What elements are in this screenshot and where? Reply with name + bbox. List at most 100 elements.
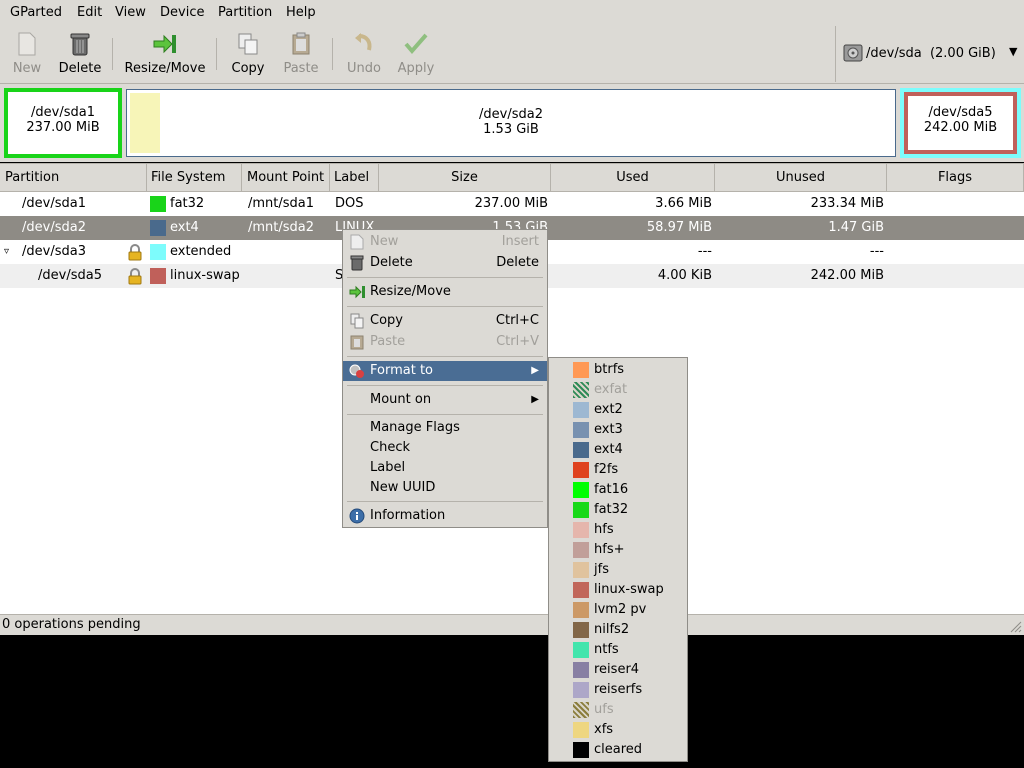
- format-option-label: ext2: [594, 402, 623, 417]
- menu-item-check[interactable]: Check: [343, 438, 547, 458]
- graph-partition-sda2[interactable]: /dev/sda2 1.53 GiB: [126, 89, 896, 157]
- format-option[interactable]: hfs+: [549, 540, 687, 560]
- menu-item-new-uuid[interactable]: New UUID: [343, 478, 547, 498]
- menu-item-manage-flags[interactable]: Manage Flags: [343, 418, 547, 438]
- menu-item-shortcut: Ctrl+C: [495, 313, 539, 328]
- format-option[interactable]: nilfs2: [549, 620, 687, 640]
- device-selector[interactable]: /dev/sda (2.00 GiB) ▼: [835, 26, 1024, 82]
- menu-item-delete[interactable]: Delete Delete: [343, 253, 547, 273]
- fs-color-swatch: [573, 642, 589, 658]
- lock-icon: [128, 244, 142, 261]
- format-option[interactable]: jfs: [549, 560, 687, 580]
- menu-partition[interactable]: Partition: [218, 5, 272, 20]
- format-option[interactable]: fat32: [549, 500, 687, 520]
- menu-item-label: Information: [370, 508, 446, 523]
- fs-color-swatch: [573, 562, 589, 578]
- column-header-mountpoint[interactable]: Mount Point: [242, 164, 330, 192]
- format-option[interactable]: ntfs: [549, 640, 687, 660]
- filesystem-cell: fat32: [170, 196, 205, 211]
- menu-item-format-to[interactable]: Format to ▶: [343, 361, 547, 381]
- paste-button[interactable]: Paste: [279, 28, 323, 80]
- format-option[interactable]: ext3: [549, 420, 687, 440]
- copy-button[interactable]: Copy: [226, 28, 270, 80]
- menu-edit[interactable]: Edit: [77, 5, 102, 20]
- format-option[interactable]: ufs: [549, 700, 687, 720]
- format-option[interactable]: exfat: [549, 380, 687, 400]
- new-button[interactable]: New: [6, 28, 48, 80]
- format-option[interactable]: xfs: [549, 720, 687, 740]
- fs-color-swatch: [573, 502, 589, 518]
- column-header-size[interactable]: Size: [379, 164, 551, 192]
- menu-item-mount-on[interactable]: Mount on ▶: [343, 390, 547, 410]
- new-document-icon: [18, 32, 36, 56]
- column-header-used[interactable]: Used: [551, 164, 715, 192]
- format-option-label: fat32: [594, 502, 629, 517]
- fs-color-swatch: [573, 702, 589, 718]
- resize-grip-icon[interactable]: [1008, 619, 1022, 633]
- paste-icon: [292, 32, 310, 55]
- apply-button[interactable]: Apply: [394, 28, 438, 80]
- apply-label: Apply: [397, 61, 435, 76]
- fs-color-swatch: [573, 602, 589, 618]
- menu-item-shortcut: Insert: [501, 234, 539, 249]
- resize-arrow-icon: [153, 34, 176, 54]
- format-option[interactable]: hfs: [549, 520, 687, 540]
- delete-button[interactable]: Delete: [55, 28, 105, 80]
- used-cell: ---: [697, 244, 712, 259]
- graph-partition-sda3-extended[interactable]: /dev/sda5 242.00 MiB: [900, 88, 1021, 158]
- menu-item-label: Resize/Move: [370, 284, 451, 299]
- menu-help[interactable]: Help: [286, 5, 316, 20]
- column-header-filesystem[interactable]: File System: [147, 164, 242, 192]
- unused-cell: 242.00 MiB: [810, 268, 884, 283]
- graph-partition-sda5[interactable]: /dev/sda5 242.00 MiB: [904, 92, 1017, 154]
- format-option[interactable]: ext2: [549, 400, 687, 420]
- expander-arrow-icon[interactable]: ▿: [4, 240, 9, 264]
- column-header-flags[interactable]: Flags: [887, 164, 1024, 192]
- undo-label: Undo: [347, 61, 381, 76]
- menu-item-information[interactable]: Information: [343, 506, 547, 526]
- format-option[interactable]: cleared: [549, 740, 687, 760]
- format-option[interactable]: reiser4: [549, 660, 687, 680]
- format-option[interactable]: lvm2 pv: [549, 600, 687, 620]
- partition-graph: /dev/sda1 237.00 MiB /dev/sda2 1.53 GiB …: [0, 84, 1024, 162]
- menu-item-label: Format to: [370, 363, 433, 378]
- graph-partition-sda1[interactable]: /dev/sda1 237.00 MiB: [4, 88, 122, 158]
- column-header-partition[interactable]: Partition: [0, 164, 147, 192]
- column-header-unused[interactable]: Unused: [715, 164, 887, 192]
- table-row[interactable]: /dev/sda1 fat32 /mnt/sda1 DOS 237.00 MiB…: [0, 192, 1024, 216]
- fs-color-swatch: [573, 682, 589, 698]
- format-option[interactable]: reiserfs: [549, 680, 687, 700]
- menu-item-label: New: [370, 234, 399, 249]
- menu-item-copy[interactable]: Copy Ctrl+C: [343, 311, 547, 331]
- menu-view[interactable]: View: [115, 5, 146, 20]
- menu-item-label: Mount on: [370, 392, 432, 407]
- submenu-arrow-icon: ▶: [531, 365, 539, 376]
- menu-gparted[interactable]: GParted: [10, 5, 62, 20]
- format-option-label: ext4: [594, 442, 623, 457]
- format-option[interactable]: f2fs: [549, 460, 687, 480]
- menu-item-new[interactable]: New Insert: [343, 232, 547, 252]
- format-option[interactable]: linux-swap: [549, 580, 687, 600]
- partition-context-menu: New Insert Delete Delete Resize/Move Cop…: [342, 229, 548, 528]
- menu-item-label: Paste: [370, 334, 406, 349]
- menu-item-label-partition[interactable]: Label: [343, 458, 547, 478]
- lock-icon: [128, 268, 142, 285]
- format-option[interactable]: fat16: [549, 480, 687, 500]
- resize-move-button[interactable]: Resize/Move: [120, 28, 210, 80]
- partition-cell: /dev/sda3: [22, 244, 86, 259]
- menu-item-paste[interactable]: Paste Ctrl+V: [343, 332, 547, 352]
- paste-icon: [350, 335, 364, 350]
- format-option[interactable]: btrfs: [549, 360, 687, 380]
- column-header-label[interactable]: Label: [330, 164, 379, 192]
- undo-button[interactable]: Undo: [342, 28, 386, 80]
- size-cell: 237.00 MiB: [474, 196, 548, 211]
- format-option-label: hfs: [594, 522, 614, 537]
- format-option-label: lvm2 pv: [594, 602, 647, 617]
- menu-item-resize-move[interactable]: Resize/Move: [343, 282, 547, 302]
- fs-color-swatch: [573, 482, 589, 498]
- unused-cell: 1.47 GiB: [828, 220, 884, 235]
- format-option[interactable]: ext4: [549, 440, 687, 460]
- copy-icon: [350, 313, 364, 329]
- fs-color-swatch: [573, 622, 589, 638]
- menu-device[interactable]: Device: [160, 5, 204, 20]
